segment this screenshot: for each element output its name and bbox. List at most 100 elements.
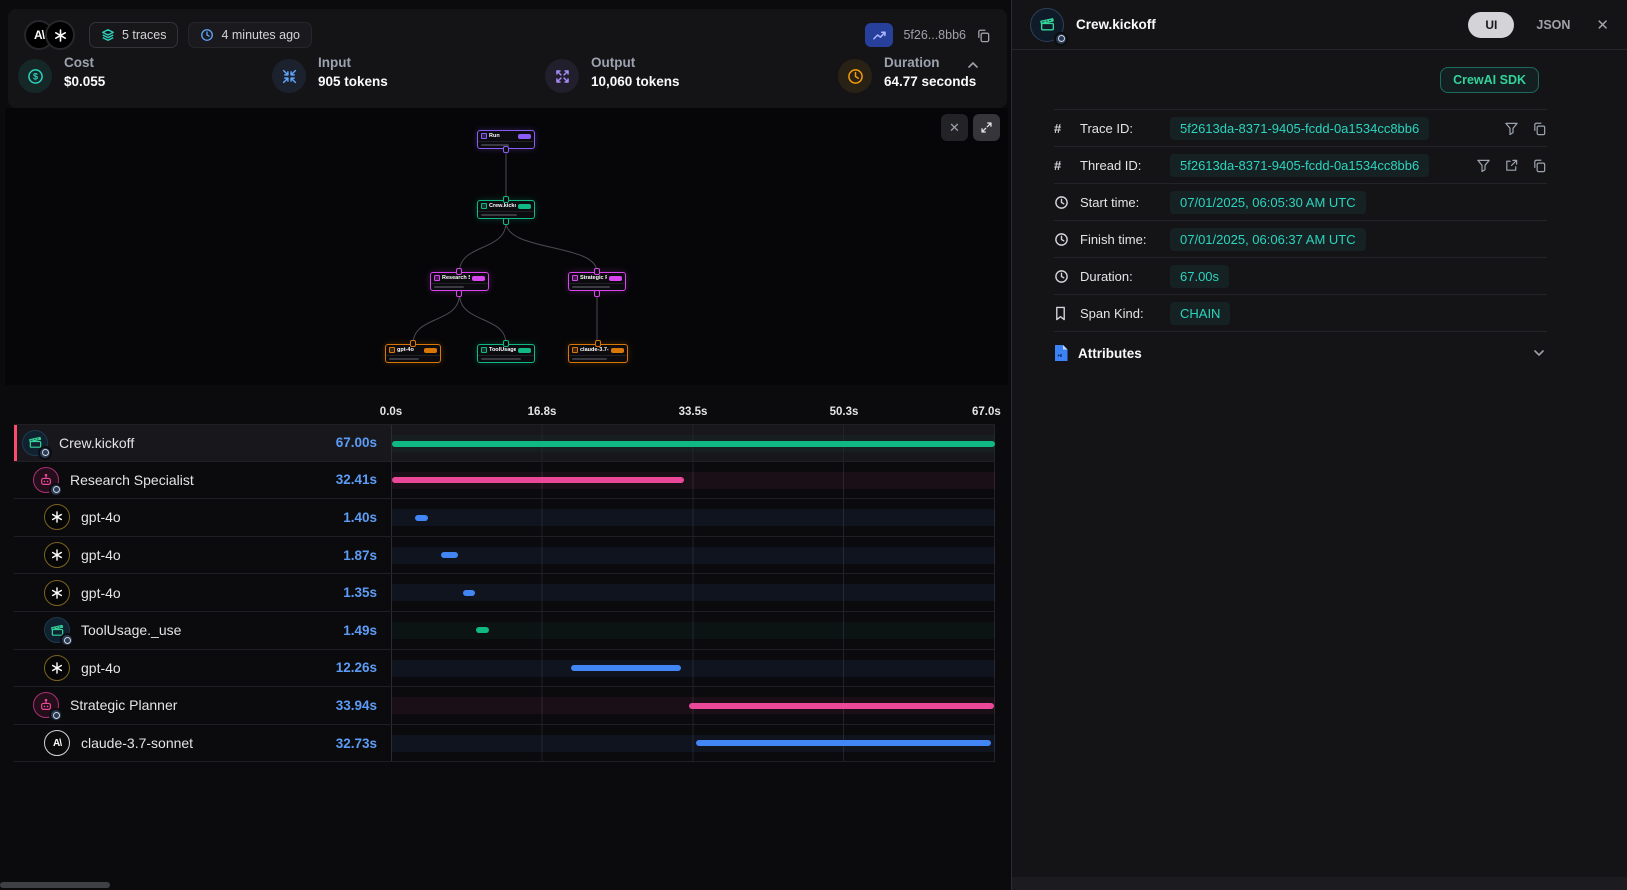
detail-value[interactable]: 5f2613da-8371-9405-fcdd-0a1534cc8bb6	[1170, 117, 1429, 140]
span-duration: 1.35s	[343, 585, 391, 600]
span-row[interactable]: ToolUsage._use1.49s	[14, 612, 995, 650]
traces-count-badge[interactable]: 5 traces	[89, 22, 178, 48]
detail-value[interactable]: 67.00s	[1170, 265, 1229, 288]
span-bar	[441, 552, 458, 558]
node-port	[503, 340, 509, 347]
span-row[interactable]: Crew.kickoff67.00s	[14, 424, 995, 462]
node-type-icon	[572, 275, 578, 281]
tab-ui[interactable]: UI	[1468, 12, 1514, 38]
span-name: gpt-4o	[81, 509, 332, 525]
span-row[interactable]: A\claude-3.7-sonnet32.73s	[14, 725, 995, 763]
filter-icon[interactable]	[1476, 158, 1491, 173]
agentops-subbadge-icon	[49, 483, 63, 497]
waterfall: 0.0s16.8s33.5s50.3s67.0s Crew.kickoff67.…	[14, 393, 995, 762]
node-type-icon	[481, 133, 487, 139]
span-duration: 12.26s	[336, 660, 391, 675]
node-label: Crew.kickoff	[489, 203, 516, 209]
chevron-down-icon[interactable]	[1531, 345, 1547, 361]
node-subtext	[569, 283, 625, 290]
node-subtext	[478, 355, 534, 362]
svg-text:$: $	[32, 71, 37, 81]
agentops-subbadge-icon	[38, 446, 52, 460]
metric-label: Input	[318, 55, 388, 70]
span-row[interactable]: gpt-4o1.87s	[14, 537, 995, 575]
panel-close-button[interactable]: ✕	[1596, 16, 1609, 34]
node-badge	[518, 134, 531, 139]
traces-count-label: 5 traces	[122, 28, 166, 42]
graph-fullscreen-button[interactable]	[973, 114, 1000, 141]
span-detail-panel: Crew.kickoff UI JSON ✕ CrewAI SDK #Trace…	[1011, 0, 1627, 890]
span-duration: 33.94s	[336, 698, 391, 713]
span-bar	[392, 441, 995, 447]
trace-age-label: 4 minutes ago	[221, 28, 300, 42]
trace-age-badge: 4 minutes ago	[188, 22, 312, 48]
span-name: gpt-4o	[81, 660, 325, 676]
detail-row: #Trace ID:5f2613da-8371-9405-fcdd-0a1534…	[1054, 110, 1547, 147]
span-bar	[696, 740, 991, 746]
span-duration: 1.40s	[343, 510, 391, 525]
graph-close-button[interactable]: ✕	[941, 114, 968, 141]
span-timeline	[391, 687, 995, 724]
detail-label: Thread ID:	[1080, 158, 1164, 173]
span-name: Crew.kickoff	[59, 435, 325, 451]
trace-graph-canvas[interactable]: ✕ RunCrew.kickoffResearch Speciali...Str…	[5, 108, 1008, 385]
detail-value[interactable]: 5f2613da-8371-9405-fcdd-0a1534cc8bb6	[1170, 154, 1429, 177]
span-row[interactable]: gpt-4o 12.26s	[14, 650, 995, 688]
node-type-icon	[481, 203, 487, 209]
node-port	[503, 218, 509, 225]
span-timeline	[391, 650, 995, 687]
attributes-label: Attributes	[1078, 346, 1521, 361]
span-track	[392, 547, 995, 564]
node-badge	[609, 276, 622, 281]
metric-cost: $Cost$0.055	[18, 55, 105, 93]
detail-row: Start time:07/01/2025, 06:05:30 AM UTC	[1054, 184, 1547, 221]
panel-bottom-bar	[1012, 877, 1627, 890]
openai-icon	[44, 655, 70, 681]
tab-json[interactable]: JSON	[1536, 18, 1570, 32]
node-type-icon	[389, 347, 395, 353]
clock-icon	[838, 59, 872, 93]
collapse-header-button[interactable]	[965, 57, 981, 73]
node-port	[456, 268, 462, 275]
span-name: ToolUsage._use	[81, 622, 332, 638]
agentops-subbadge-icon	[60, 633, 74, 647]
clock-icon	[1054, 195, 1070, 210]
copy-trace-id-button[interactable]	[976, 28, 991, 43]
filter-icon[interactable]	[1504, 121, 1519, 136]
openai-icon	[44, 580, 70, 606]
span-duration: 1.87s	[343, 548, 391, 563]
detail-value[interactable]: 07/01/2025, 06:06:37 AM UTC	[1170, 228, 1366, 251]
trend-icon	[872, 28, 887, 43]
node-label: ToolUsage._use	[489, 347, 516, 353]
node-badge	[518, 348, 531, 353]
span-row[interactable]: gpt-4o 1.40s	[14, 499, 995, 537]
trace-metrics-button[interactable]	[865, 23, 893, 47]
horizontal-scrollbar[interactable]	[0, 882, 110, 888]
dollar-icon: $	[18, 59, 52, 93]
span-row[interactable]: gpt-4o1.35s	[14, 574, 995, 612]
metric-duration: Duration64.77 seconds	[838, 55, 976, 93]
node-type-icon	[481, 347, 487, 353]
clock-icon	[200, 28, 214, 42]
detail-row: Duration:67.00s	[1054, 258, 1547, 295]
span-timeline	[391, 499, 995, 536]
span-name: claude-3.7-sonnet	[81, 735, 325, 751]
copy-icon	[976, 28, 991, 43]
detail-value[interactable]: CHAIN	[1170, 302, 1230, 325]
detail-value[interactable]: 07/01/2025, 06:05:30 AM UTC	[1170, 191, 1366, 214]
attributes-section-header[interactable]: Attributes	[1054, 332, 1547, 374]
agentops-subbadge-icon	[1054, 32, 1068, 46]
compress-icon	[272, 59, 306, 93]
copy-icon[interactable]	[1532, 121, 1547, 136]
span-bar	[392, 477, 684, 483]
external-icon[interactable]	[1504, 158, 1519, 173]
span-row[interactable]: Strategic Planner33.94s	[14, 687, 995, 725]
metric-input: Input905 tokens	[272, 55, 388, 93]
metric-label: Cost	[64, 55, 105, 70]
provider-logos: A\	[24, 20, 75, 50]
span-timeline	[391, 612, 995, 649]
openai-icon	[44, 542, 70, 568]
copy-icon[interactable]	[1532, 158, 1547, 173]
span-row[interactable]: Research Specialist32.41s	[14, 462, 995, 500]
span-bar	[689, 703, 994, 709]
